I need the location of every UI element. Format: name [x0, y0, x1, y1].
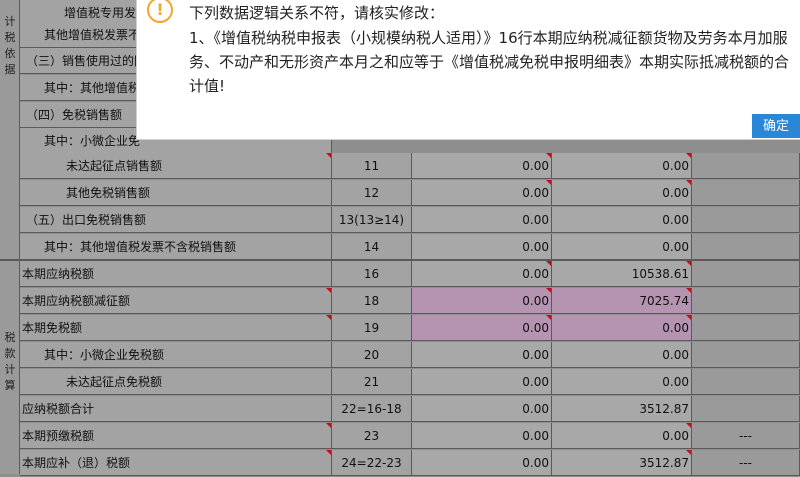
row-number: 11 — [332, 153, 412, 179]
value-cell-extra — [692, 288, 800, 314]
row-number: 22=16-18 — [332, 396, 412, 422]
row-number: 23 — [332, 423, 412, 449]
table-row: 应纳税额合计 22=16-18 0.00 3512.87 — [0, 396, 800, 423]
row-number: 16 — [332, 261, 412, 287]
value-cell-services[interactable]: 0.00 — [552, 153, 692, 179]
value-cell-extra — [692, 261, 800, 287]
value-cell-extra: --- — [692, 423, 800, 449]
value-cell-extra — [692, 396, 800, 422]
value-cell-goods[interactable]: 0.00 — [412, 450, 552, 476]
value-cell-goods[interactable]: 0.00 — [412, 342, 552, 368]
table-row: 本期免税额 19 0.00 0.00 — [0, 315, 800, 342]
side-char: 计 — [4, 15, 16, 28]
value-cell-services[interactable]: 0.00 — [552, 423, 692, 449]
value-cell-services[interactable]: 0.00 — [552, 207, 692, 233]
table-row: 其他免税销售额 12 0.00 0.00 — [0, 180, 800, 207]
table-row: 本期应纳税额 16 0.00 10538.61 — [0, 261, 800, 288]
side-char: 据 — [4, 63, 16, 76]
row-label: 未达起征点免税额 — [20, 369, 332, 395]
row-label: 本期应纳税额减征额 — [20, 288, 332, 314]
value-cell-extra: --- — [692, 450, 800, 476]
table-row: 其中：小微企业免税额 20 0.00 0.00 — [0, 342, 800, 369]
value-cell-goods[interactable]: 0.00 — [412, 153, 552, 179]
row-number: 19 — [332, 315, 412, 341]
value-cell-goods[interactable]: 0.00 — [412, 261, 552, 287]
value-cell-extra — [692, 234, 800, 260]
row-label: 未达起征点销售额 — [20, 153, 332, 179]
value-cell-services[interactable]: 3512.87 — [552, 396, 692, 422]
value-cell-extra — [692, 180, 800, 206]
warning-icon: ! — [147, 0, 173, 23]
row-label: 其中：小微企业免税额 — [20, 342, 332, 368]
table-row: 本期应纳税额减征额 18 0.00 7025.74 — [0, 288, 800, 315]
side-char: 依 — [4, 47, 16, 60]
value-cell-goods[interactable]: 0.00 — [412, 396, 552, 422]
table-row: 本期应补（退）税额 24=22-23 0.00 3512.87 --- — [0, 450, 800, 477]
value-cell-goods[interactable]: 0.00 — [412, 234, 552, 260]
row-label: 其他免税销售额 — [20, 180, 332, 206]
value-cell-goods[interactable]: 0.00 — [412, 369, 552, 395]
value-cell-extra — [692, 342, 800, 368]
value-cell-services[interactable]: 0.00 — [552, 234, 692, 260]
value-cell-services-highlighted[interactable]: 0.00 — [552, 315, 692, 341]
row-label: （五）出口免税销售额 — [20, 207, 332, 233]
row-label: 本期预缴税额 — [20, 423, 332, 449]
value-cell-services[interactable]: 0.00 — [552, 180, 692, 206]
row-number: 24=22-23 — [332, 450, 412, 476]
row-label: 本期应补（退）税额 — [20, 450, 332, 476]
row-label: 本期免税额 — [20, 315, 332, 341]
row-number: 14 — [332, 234, 412, 260]
row-label: 本期应纳税额 — [20, 261, 332, 287]
value-cell-extra — [692, 369, 800, 395]
value-cell-extra — [692, 153, 800, 179]
value-cell-services[interactable]: 10538.61 — [552, 261, 692, 287]
row-number: 20 — [332, 342, 412, 368]
value-cell-services[interactable]: 3512.87 — [552, 450, 692, 476]
row-number: 18 — [332, 288, 412, 314]
row-number: 21 — [332, 369, 412, 395]
value-cell-goods[interactable]: 0.00 — [412, 180, 552, 206]
row-number: 12 — [332, 180, 412, 206]
dialog-title: 下列数据逻辑关系不符，请核实修改： — [189, 4, 445, 22]
value-cell-goods[interactable]: 0.00 — [412, 207, 552, 233]
table-row: 本期预缴税额 23 0.00 0.00 --- — [0, 423, 800, 450]
validation-dialog: ! 下列数据逻辑关系不符，请核实修改： 1、《增值税纳税申报表（小规模纳税人适用… — [136, 0, 800, 140]
value-cell-extra — [692, 207, 800, 233]
row-number: 13(13≥14) — [332, 207, 412, 233]
table-row: 未达起征点销售额 11 0.00 0.00 — [0, 153, 800, 180]
value-cell-services[interactable]: 0.00 — [552, 369, 692, 395]
value-cell-services[interactable]: 0.00 — [552, 342, 692, 368]
side-char: 税 — [4, 31, 16, 44]
value-cell-goods[interactable]: 0.00 — [412, 423, 552, 449]
value-cell-services-highlighted[interactable]: 7025.74 — [552, 288, 692, 314]
value-cell-goods-highlighted[interactable]: 0.00 — [412, 288, 552, 314]
table-row: 其中：其他增值税发票不含税销售额 14 0.00 0.00 — [0, 234, 800, 261]
value-cell-goods-highlighted[interactable]: 0.00 — [412, 315, 552, 341]
confirm-button[interactable]: 确定 — [752, 114, 800, 138]
row-label: 其中：其他增值税发票不含税销售额 — [20, 234, 332, 260]
dialog-message: 1、《增值税纳税申报表（小规模纳税人适用）》16行本期应纳税减征额货物及劳务本月… — [189, 29, 790, 95]
table-row: 未达起征点免税额 21 0.00 0.00 — [0, 369, 800, 396]
row-label: 应纳税额合计 — [20, 396, 332, 422]
table-row: （五）出口免税销售额 13(13≥14) 0.00 0.00 — [0, 207, 800, 234]
value-cell-extra — [692, 315, 800, 341]
